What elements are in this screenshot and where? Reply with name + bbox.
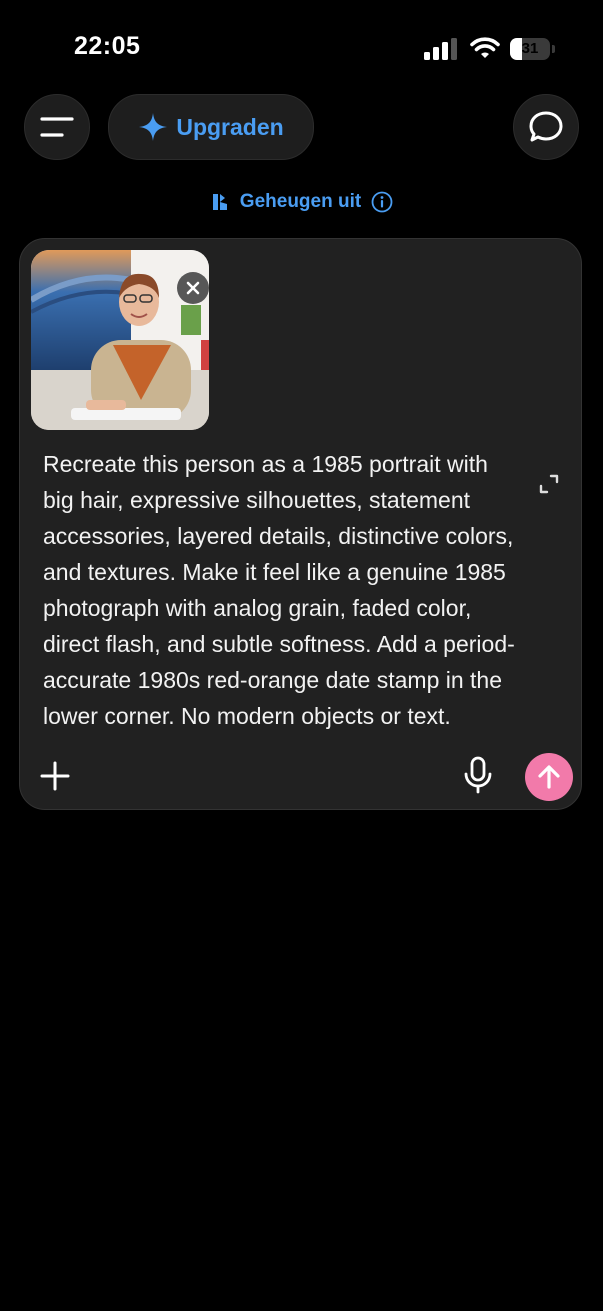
menu-button[interactable] [24, 94, 90, 160]
expand-icon [539, 474, 559, 494]
prompt-text: Recreate this person as a 1985 portrait … [43, 451, 515, 729]
memory-notice[interactable]: Geheugen uit [0, 191, 603, 213]
remove-attachment-button[interactable] [177, 272, 209, 304]
battery-percent: 31 [521, 40, 539, 57]
upgrade-button[interactable]: Upgraden [108, 94, 314, 160]
info-icon[interactable] [371, 191, 393, 213]
battery-icon: 31 [510, 38, 550, 60]
prompt-field[interactable]: Recreate this person as a 1985 portrait … [43, 434, 523, 734]
wifi-icon [470, 37, 500, 58]
microphone-icon [464, 756, 492, 794]
new-chat-button[interactable] [513, 94, 579, 160]
memory-icon [212, 194, 227, 210]
send-button[interactable] [525, 753, 573, 801]
upgrade-label: Upgraden [176, 113, 284, 140]
plus-icon [40, 761, 70, 791]
close-icon [186, 281, 200, 295]
chat-bubble-icon [529, 111, 563, 142]
status-time: 22:05 [74, 32, 141, 60]
battery-nub [552, 45, 555, 53]
menu-icon [40, 117, 74, 137]
attachment-thumbnail[interactable] [31, 250, 209, 430]
microphone-button[interactable] [462, 755, 494, 800]
sparkle-icon [139, 113, 168, 141]
arrow-up-icon [538, 765, 560, 789]
cellular-signal-icon [424, 38, 457, 60]
add-button[interactable] [38, 759, 72, 798]
memory-label: Geheugen uit [239, 191, 362, 212]
expand-button[interactable] [538, 473, 560, 500]
composer: Recreate this person as a 1985 portrait … [19, 238, 582, 810]
